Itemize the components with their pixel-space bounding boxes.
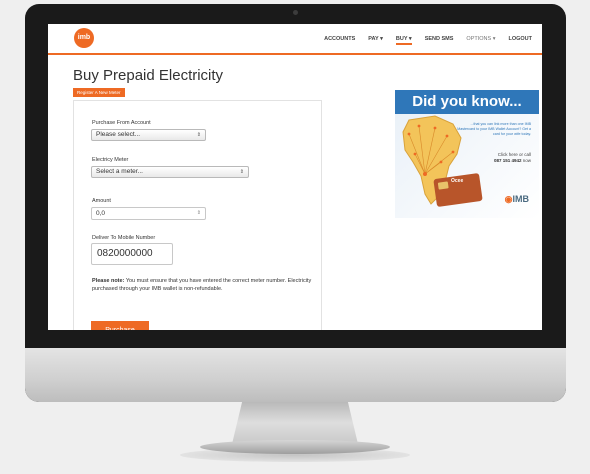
meter-select[interactable]: Select a meter... ⇕ [91,166,249,178]
ad-call-suffix: now [522,158,531,163]
imb-brand-logo: ◉IMB [505,194,529,205]
did-you-know-ad[interactable]: Did you know... Ocee ...that you can lin… [393,90,541,218]
page-title: Buy Prepaid Electricity [73,67,224,84]
nav-options[interactable]: OPTIONS ▾ [466,36,495,45]
purchase-form: Purchase From Account Please select... ⇕… [73,100,322,330]
camera-icon [293,10,298,15]
ad-phone: 087 151 4942 [493,158,522,163]
purchase-note: Please note: You must ensure that you ha… [92,277,318,293]
stepper-icon[interactable]: ⇕ [197,208,201,219]
note-text: You must ensure that you have entered th… [92,278,312,292]
amount-value: 0,0 [96,210,106,217]
select-arrows-icon: ⇕ [196,132,201,138]
ad-call-to-action: Click here or call 087 151 4942 now [494,152,531,164]
select-arrows-icon: ⇕ [239,169,244,175]
amount-label: Amount [92,198,111,204]
account-label: Purchase From Account [92,120,151,126]
top-navigation: imb ACCOUNTS PAY ▾ BUY ▾ SEND SMS OPTIONS ▾ L… [48,24,542,55]
imb-logo[interactable]: imb [74,28,94,48]
amount-input[interactable]: 0,0 ⇕ [91,207,206,220]
nav-buy[interactable]: BUY ▾ [395,36,412,45]
nav-accounts[interactable]: ACCOUNTS [324,36,355,45]
nav-logout[interactable]: LOGOUT [508,36,532,45]
mobile-number-input[interactable]: 0820000000 [91,243,173,265]
ad-body: Ocee ...that you can link more than one … [395,114,539,218]
meter-select-value: Select a meter... [96,168,143,175]
account-select[interactable]: Please select... ⇕ [91,129,206,141]
purchase-button[interactable]: Purchase [91,321,149,330]
card-label: Ocee [451,178,464,184]
nav-send-sms[interactable]: SEND SMS [425,36,454,45]
ad-body-text: ...that you can link more than one IMB M… [457,122,531,136]
monitor-chin [25,348,566,402]
imb-mark-icon: ◉ [504,194,513,204]
nav-menu: ACCOUNTS PAY ▾ BUY ▾ SEND SMS OPTIONS ▾ LOGOU… [324,36,532,45]
monitor-stand-base [200,440,390,454]
account-select-value: Please select... [96,131,141,138]
note-heading: Please note: [92,278,125,284]
register-meter-button[interactable]: Register A New Meter [73,88,125,97]
meter-label: Electricy Meter [92,157,129,163]
nav-pay[interactable]: PAY ▾ [368,36,383,45]
browser-screen: imb ACCOUNTS PAY ▾ BUY ▾ SEND SMS OPTIONS ▾ L… [48,24,542,330]
ad-headline: Did you know... [395,90,539,114]
ad-brand-label: IMB [512,194,530,204]
ad-call-prefix[interactable]: Click here or call [498,152,531,157]
monitor-stand-neck [232,402,358,444]
mobile-label: Deliver To Mobile Number [92,235,156,241]
